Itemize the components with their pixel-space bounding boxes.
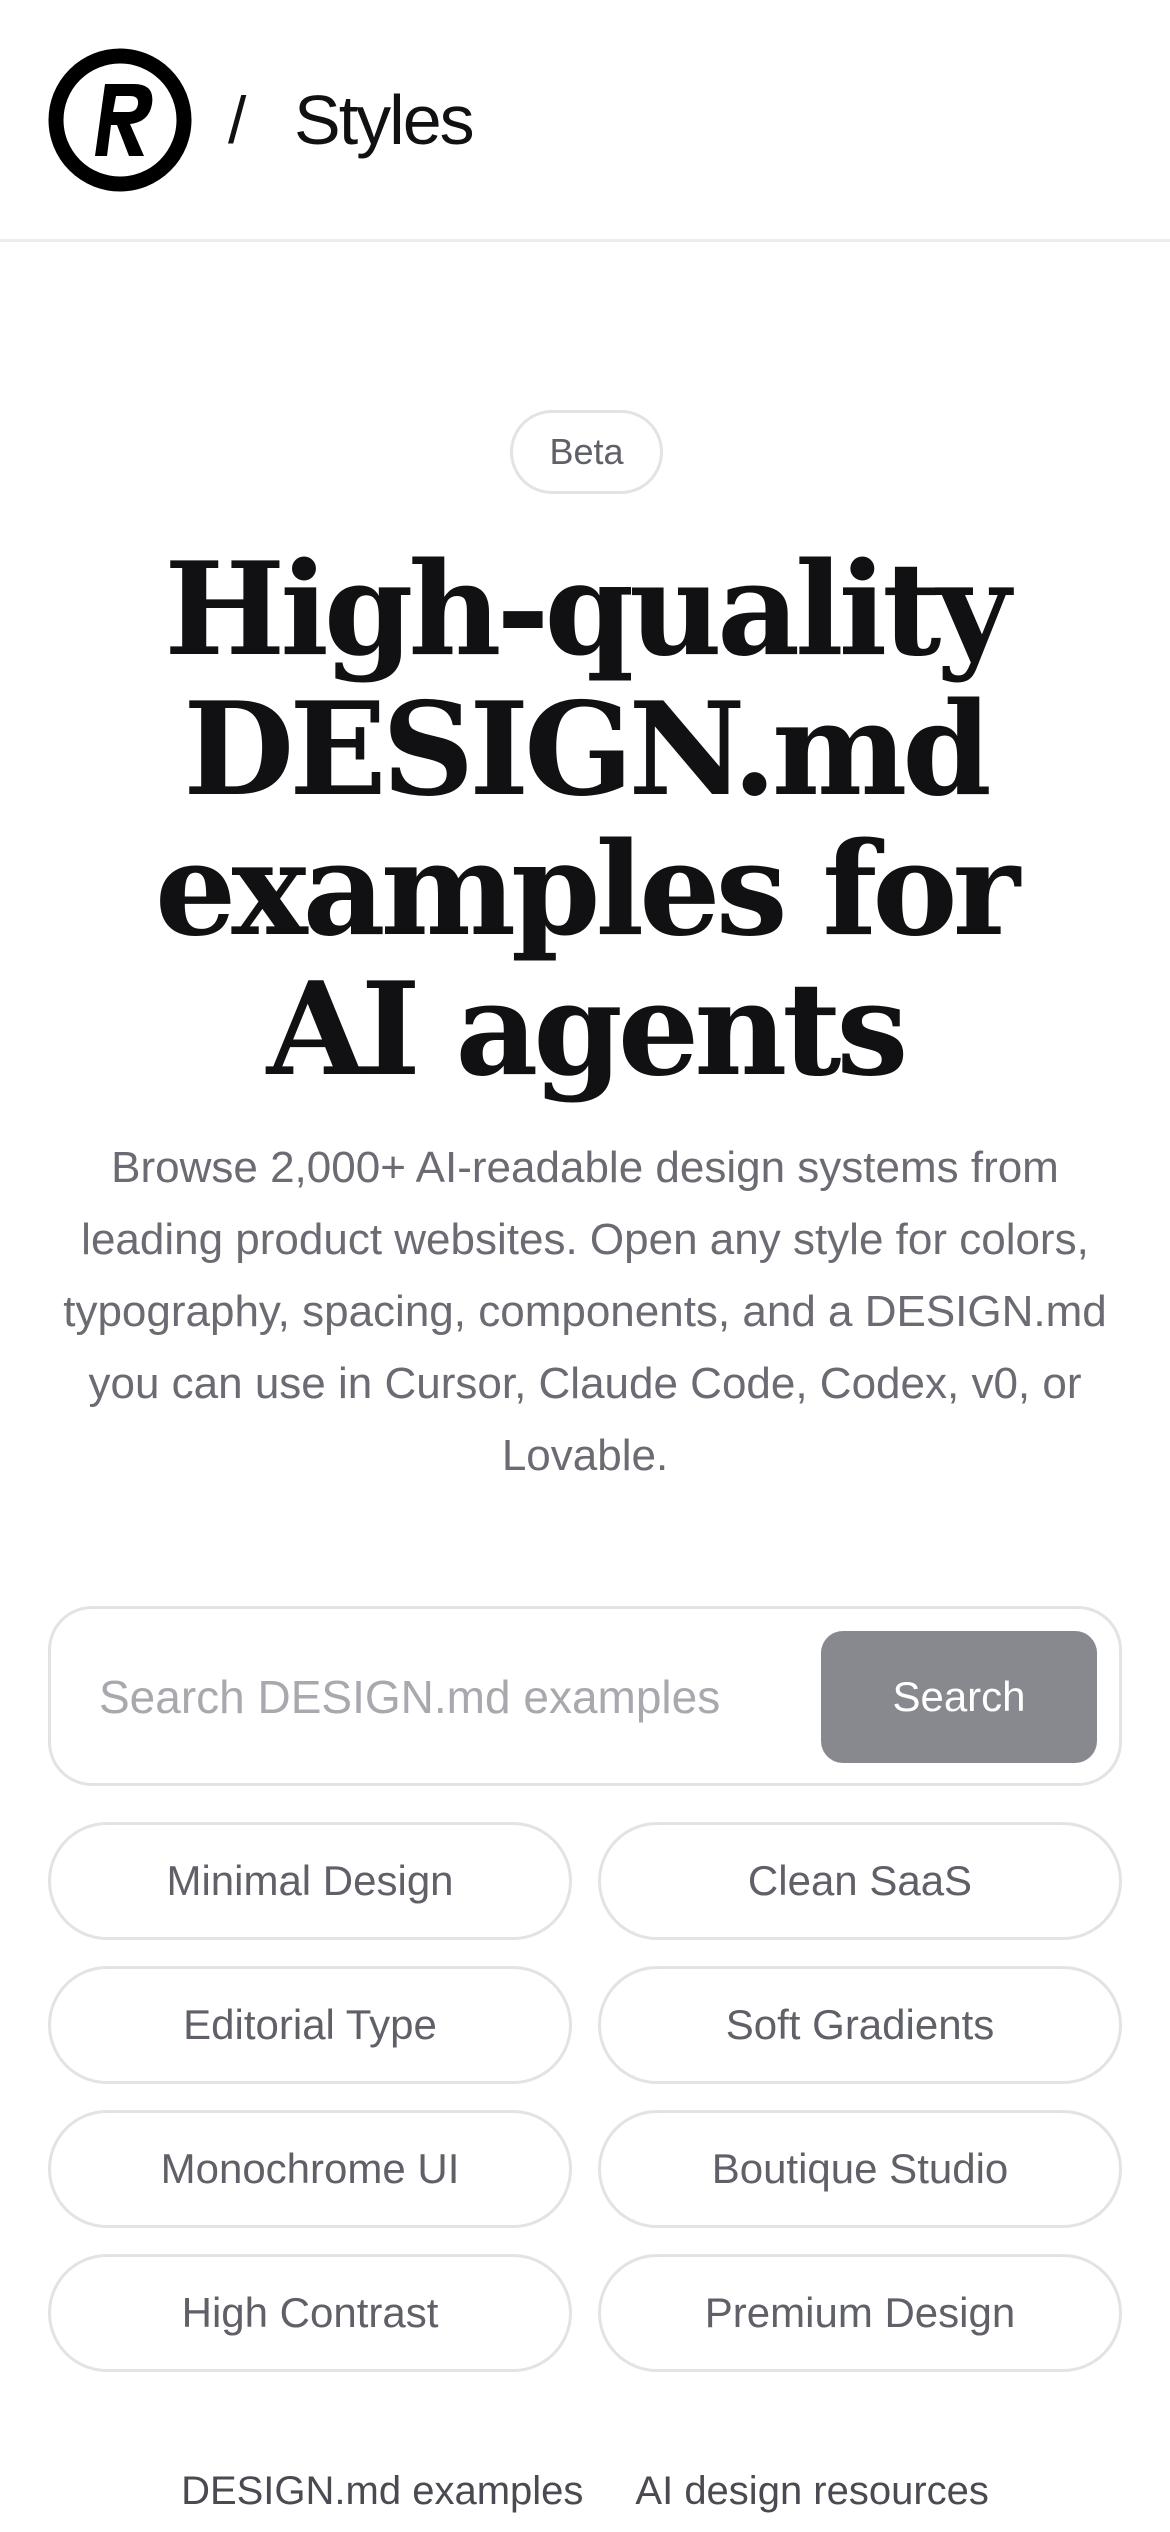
hero-line: AI agents bbox=[266, 955, 909, 1105]
style-chip-clean-saas[interactable]: Clean SaaS bbox=[598, 1822, 1122, 1940]
page: / Styles Beta High-quality DESIGN.md exa… bbox=[0, 0, 1170, 2532]
hero-heading: High-quality DESIGN.md examples for AI a… bbox=[60, 540, 1110, 1100]
style-chip-editorial-type[interactable]: Editorial Type bbox=[48, 1966, 572, 2084]
style-chip-monochrome-ui[interactable]: Monochrome UI bbox=[48, 2110, 572, 2228]
hero-description: Browse 2,000+ AI-readable design systems… bbox=[63, 1143, 1107, 1480]
hero-line: examples for bbox=[154, 815, 1020, 965]
style-chip-grid: Minimal Design Clean SaaS Editorial Type… bbox=[48, 1822, 1122, 2372]
style-chip-high-contrast[interactable]: High Contrast bbox=[48, 2254, 572, 2372]
footer-links: DESIGN.md examples AI design resources bbox=[0, 2456, 1170, 2532]
header: / Styles bbox=[0, 0, 1170, 242]
footer-link-design-md-examples[interactable]: DESIGN.md examples bbox=[181, 2456, 583, 2532]
search-bar: Search bbox=[48, 1606, 1122, 1786]
search-button[interactable]: Search bbox=[821, 1631, 1097, 1763]
search-input[interactable] bbox=[99, 1649, 829, 1745]
style-chip-soft-gradients[interactable]: Soft Gradients bbox=[598, 1966, 1122, 2084]
style-chip-minimal-design[interactable]: Minimal Design bbox=[48, 1822, 572, 1940]
hero-line: High-quality bbox=[164, 535, 1011, 685]
page-title[interactable]: Styles bbox=[294, 78, 475, 162]
style-chip-premium-design[interactable]: Premium Design bbox=[598, 2254, 1122, 2372]
hero-line: DESIGN.md bbox=[183, 675, 992, 825]
footer-link-ai-design-resources[interactable]: AI design resources bbox=[635, 2456, 989, 2532]
style-chip-boutique-studio[interactable]: Boutique Studio bbox=[598, 2110, 1122, 2228]
registered-r-icon[interactable] bbox=[48, 48, 192, 192]
breadcrumb-separator: / bbox=[228, 83, 247, 157]
beta-badge: Beta bbox=[510, 410, 663, 494]
